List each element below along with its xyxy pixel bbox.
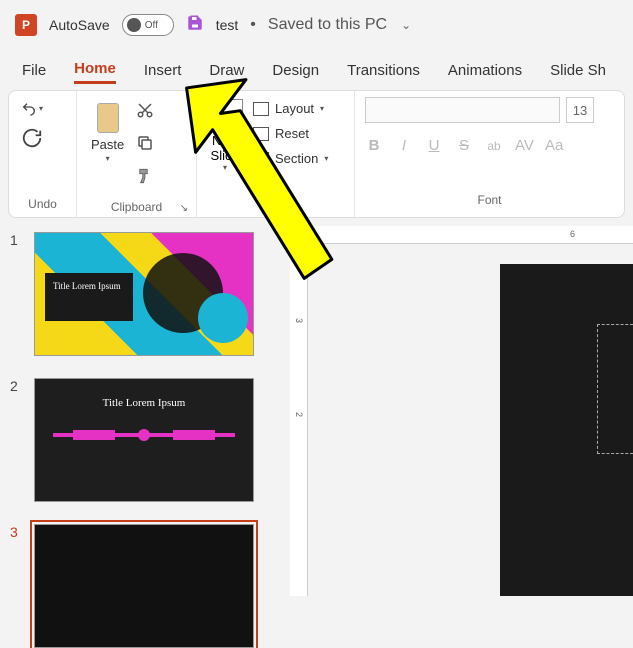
powerpoint-app-icon: P (15, 14, 37, 36)
placeholder-box[interactable] (597, 324, 633, 454)
dialog-launcher-icon[interactable]: ↘ (180, 203, 188, 214)
format-painter-button[interactable] (136, 167, 154, 190)
strikethrough-button[interactable]: S (455, 137, 473, 154)
tab-slideshow[interactable]: Slide Sh (550, 58, 606, 83)
new-slide-label1: New (212, 133, 238, 148)
redo-button[interactable] (21, 127, 43, 154)
autosave-toggle[interactable]: Off (122, 14, 174, 36)
layout-icon (253, 102, 269, 116)
dot-separator: • (250, 16, 256, 34)
group-font: B I U S ab AV Aa Font (355, 91, 624, 217)
slide-canvas[interactable] (500, 264, 633, 596)
tab-transitions[interactable]: Transitions (347, 58, 420, 83)
reset-button[interactable]: Reset (253, 126, 328, 141)
autosave-state: Off (145, 20, 158, 31)
group-label-slides: Slides (205, 193, 346, 215)
slide2-title: Title Lorem Ipsum (35, 397, 253, 409)
change-case-button[interactable]: Aa (545, 137, 563, 154)
paste-label: Paste (91, 137, 124, 152)
document-name[interactable]: test (216, 17, 239, 33)
chevron-down-icon[interactable]: ▾ (106, 154, 110, 163)
new-slide-label2: Slide (211, 148, 240, 163)
autosave-label: AutoSave (49, 17, 110, 33)
thumb-number: 1 (10, 232, 24, 356)
bold-button[interactable]: B (365, 137, 383, 154)
paste-button[interactable]: Paste ▾ (85, 95, 130, 167)
font-size-input[interactable] (566, 97, 594, 123)
tab-animations[interactable]: Animations (448, 58, 522, 83)
tab-draw[interactable]: Draw (209, 58, 244, 83)
vertical-ruler[interactable]: 3 2 (290, 244, 308, 596)
thumb-number: 3 (10, 524, 24, 648)
font-name-input[interactable] (365, 97, 560, 123)
layout-button[interactable]: Layout▾ (253, 101, 328, 116)
group-clipboard: Paste ▾ Clipboard↘ (77, 91, 197, 217)
group-slides: + New Slide ▾ Layout▾ Reset Section▾ Sli… (197, 91, 355, 217)
group-label-font: Font (365, 189, 614, 211)
tab-insert[interactable]: Insert (144, 58, 182, 83)
cut-button[interactable] (136, 101, 154, 124)
undo-button[interactable]: ▾ (21, 101, 43, 117)
new-slide-button[interactable]: + New Slide ▾ (205, 95, 245, 176)
editor-area: 6 3 2 (290, 226, 633, 596)
group-label-undo: Undo (17, 193, 68, 215)
tab-file[interactable]: File (22, 58, 46, 83)
section-button[interactable]: Section▾ (253, 151, 328, 166)
slide-thumbnail-3[interactable] (34, 524, 254, 648)
slide-thumbnail-1[interactable]: Title Lorem Ipsum (34, 232, 254, 356)
clipboard-icon (93, 99, 123, 135)
underline-button[interactable]: U (425, 137, 443, 154)
toggle-knob (127, 18, 141, 32)
saved-status[interactable]: Saved to this PC (268, 16, 387, 34)
new-slide-icon: + (207, 99, 243, 131)
group-label-clipboard: Clipboard↘ (85, 196, 188, 218)
save-icon[interactable] (186, 14, 204, 37)
italic-button[interactable]: I (395, 137, 413, 154)
ribbon: ▾ Undo Paste ▾ Clipboard↘ (8, 90, 625, 218)
reset-icon (253, 127, 269, 141)
thumb-number: 2 (10, 378, 24, 502)
tab-design[interactable]: Design (272, 58, 319, 83)
tab-home[interactable]: Home (74, 56, 116, 84)
slide1-title: Title Lorem Ipsum (45, 273, 133, 321)
chevron-down-icon[interactable]: ▾ (223, 163, 227, 172)
section-icon (253, 152, 269, 166)
slide-thumbnails: 1 Title Lorem Ipsum 2 Title Lorem Ipsum … (0, 226, 290, 596)
chevron-down-icon[interactable]: ▾ (39, 104, 43, 113)
chevron-down-icon[interactable]: ⌄ (401, 18, 411, 32)
copy-button[interactable] (136, 134, 154, 157)
char-spacing-button[interactable]: AV (515, 137, 533, 154)
shadow-button[interactable]: ab (485, 139, 503, 153)
title-bar: P AutoSave Off test • Saved to this PC ⌄ (0, 0, 633, 50)
ribbon-tabs: File Home Insert Draw Design Transitions… (0, 50, 633, 90)
horizontal-ruler[interactable]: 6 (310, 226, 633, 244)
group-undo: ▾ Undo (9, 91, 77, 217)
work-area: 1 Title Lorem Ipsum 2 Title Lorem Ipsum … (0, 226, 633, 596)
slide-thumbnail-2[interactable]: Title Lorem Ipsum (34, 378, 254, 502)
